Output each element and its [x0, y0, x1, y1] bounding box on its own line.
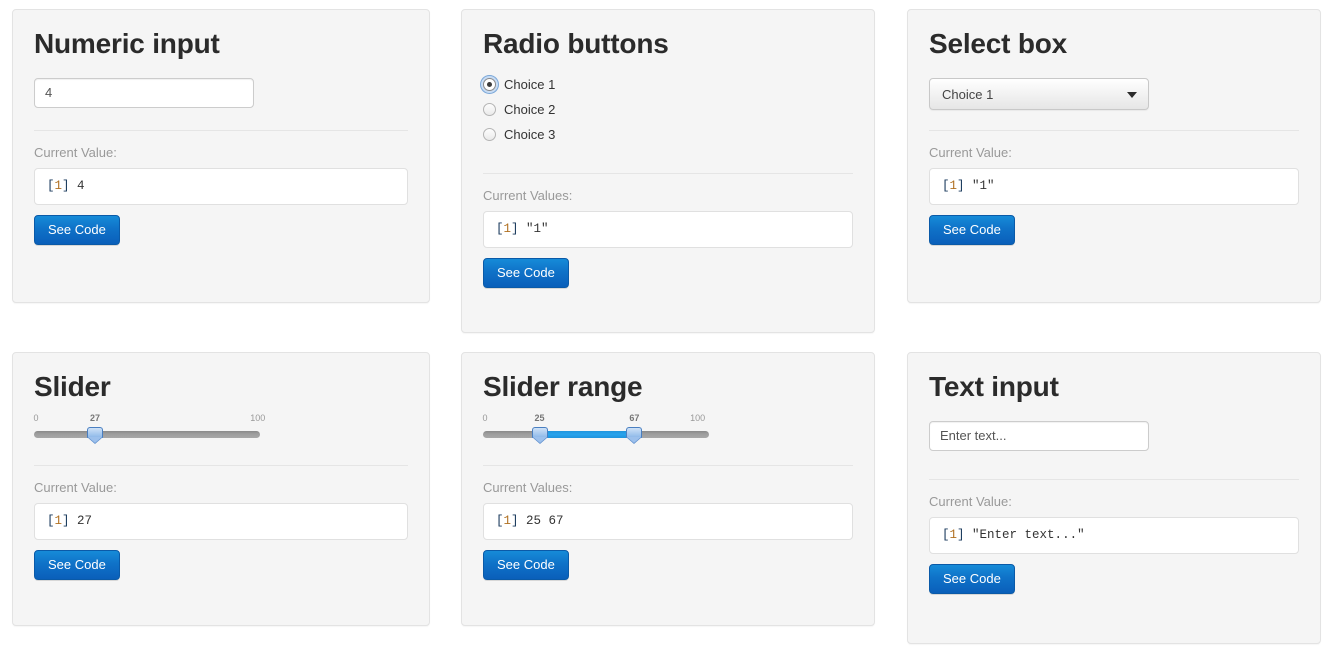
- slider-tick-labels: 0 27 100: [33, 412, 265, 427]
- slider-thumb-tip-inner: [532, 436, 547, 443]
- output-bracket-close: ]: [62, 178, 70, 193]
- output-bracket-close: ]: [957, 178, 965, 193]
- slider-low-value-label: 25: [534, 412, 545, 423]
- panel-title-radio-buttons: Radio buttons: [483, 28, 669, 59]
- output-bracket-close: ]: [62, 513, 70, 528]
- radio-option-choice-2[interactable]: Choice 2: [483, 97, 853, 122]
- panel-title-slider: Slider: [34, 371, 111, 402]
- current-values-label: Current Values:: [483, 479, 573, 495]
- radio-icon: [483, 102, 496, 116]
- slider-tick-labels: 0 25 67 100: [482, 412, 709, 427]
- slider-max-label: 100: [250, 412, 266, 423]
- slider-value-label: 27: [90, 412, 101, 423]
- panel-numeric-input: Numeric input Current Value: [1] 4 See C…: [12, 9, 430, 303]
- slider-thumb-low[interactable]: [531, 426, 548, 444]
- slider-high-value-label: 67: [629, 412, 640, 423]
- slider-max-label: 100: [690, 412, 706, 423]
- panel-title-select-box: Select box: [929, 28, 1068, 59]
- panel-title-numeric-input: Numeric input: [34, 28, 220, 59]
- output-bracket-close: ]: [511, 221, 519, 236]
- output-value: 4: [69, 178, 85, 193]
- panel-divider: [34, 464, 408, 466]
- panel-slider: Slider 0 27 100 Current Value: [1] 27 Se…: [12, 352, 430, 626]
- see-code-button[interactable]: See Code: [929, 214, 1015, 245]
- output-index: 1: [949, 527, 958, 542]
- slider-thumb-tip-inner: [627, 436, 642, 443]
- slider-range-fill: [539, 430, 635, 438]
- slider-thumb[interactable]: [87, 426, 104, 444]
- output-value: "1": [964, 178, 995, 193]
- radio-icon: [483, 77, 496, 91]
- output-console-radio: [1] "1": [483, 210, 853, 248]
- output-console-slider: [1] 27: [34, 502, 408, 540]
- panel-divider: [929, 129, 1299, 131]
- output-bracket-open: [: [942, 178, 950, 193]
- panel-divider: [34, 129, 408, 131]
- slider-range[interactable]: 0 25 67 100: [482, 412, 709, 447]
- output-index: 1: [54, 178, 63, 193]
- see-code-button[interactable]: See Code: [929, 563, 1015, 594]
- output-console-text: [1] "Enter text...": [929, 516, 1299, 554]
- output-index: 1: [54, 513, 63, 528]
- panel-divider: [483, 172, 853, 174]
- output-index: 1: [949, 178, 958, 193]
- slider-thumb-tip-inner: [88, 436, 103, 443]
- see-code-button[interactable]: See Code: [483, 549, 569, 580]
- current-value-label: Current Value:: [929, 144, 1012, 160]
- panel-title-slider-range: Slider range: [483, 371, 643, 402]
- see-code-button[interactable]: See Code: [34, 214, 120, 245]
- output-console-slider-range: [1] 25 67: [483, 502, 853, 540]
- select-box-dropdown[interactable]: Choice 1: [929, 77, 1149, 110]
- radio-option-choice-3[interactable]: Choice 3: [483, 122, 853, 147]
- panel-select-box: Select box Choice 1 Current Value: [1] "…: [907, 9, 1321, 303]
- output-bracket-open: [: [47, 513, 55, 528]
- current-values-label: Current Values:: [483, 187, 573, 203]
- current-value-label: Current Value:: [34, 479, 117, 495]
- see-code-button[interactable]: See Code: [34, 549, 120, 580]
- output-bracket-close: ]: [957, 527, 965, 542]
- slider-single[interactable]: 0 27 100: [33, 412, 265, 447]
- panel-title-text-input: Text input: [929, 371, 1059, 402]
- panel-radio-buttons: Radio buttons Choice 1 Choice 2 Choice 3…: [461, 9, 875, 333]
- current-value-label: Current Value:: [929, 493, 1012, 509]
- numeric-input-field[interactable]: [34, 77, 254, 108]
- slider-track[interactable]: [34, 430, 260, 438]
- slider-min-label: 0: [482, 412, 488, 423]
- panel-divider: [483, 464, 853, 466]
- panel-grid: Numeric input Current Value: [1] 4 See C…: [0, 0, 1331, 654]
- radio-label: Choice 2: [504, 101, 556, 117]
- output-bracket-open: [: [942, 527, 950, 542]
- text-input-field[interactable]: [929, 420, 1149, 451]
- radio-group: Choice 1 Choice 2 Choice 3: [483, 72, 853, 147]
- output-index: 1: [503, 513, 512, 528]
- see-code-button[interactable]: See Code: [483, 257, 569, 288]
- output-console-numeric: [1] 4: [34, 167, 408, 205]
- output-bracket-open: [: [47, 178, 55, 193]
- output-value: "1": [518, 221, 549, 236]
- slider-min-label: 0: [33, 412, 39, 423]
- output-value: 27: [69, 513, 93, 528]
- output-bracket-open: [: [496, 221, 504, 236]
- radio-option-choice-1[interactable]: Choice 1: [483, 72, 853, 97]
- radio-label: Choice 3: [504, 126, 556, 142]
- output-console-select: [1] "1": [929, 167, 1299, 205]
- select-box-selected-value: Choice 1: [942, 86, 994, 102]
- radio-label: Choice 1: [504, 76, 556, 92]
- output-index: 1: [503, 221, 512, 236]
- slider-thumb-high[interactable]: [626, 426, 643, 444]
- chevron-down-icon: [1127, 91, 1137, 98]
- output-bracket-open: [: [496, 513, 504, 528]
- panel-slider-range: Slider range 0 25 67 100 Current Values:…: [461, 352, 875, 626]
- panel-text-input: Text input Current Value: [1] "Enter tex…: [907, 352, 1321, 644]
- radio-icon: [483, 127, 496, 141]
- output-value: "Enter text...": [964, 527, 1085, 542]
- output-value: 25 67: [518, 513, 564, 528]
- current-value-label: Current Value:: [34, 144, 117, 160]
- output-bracket-close: ]: [511, 513, 519, 528]
- panel-divider: [929, 478, 1299, 480]
